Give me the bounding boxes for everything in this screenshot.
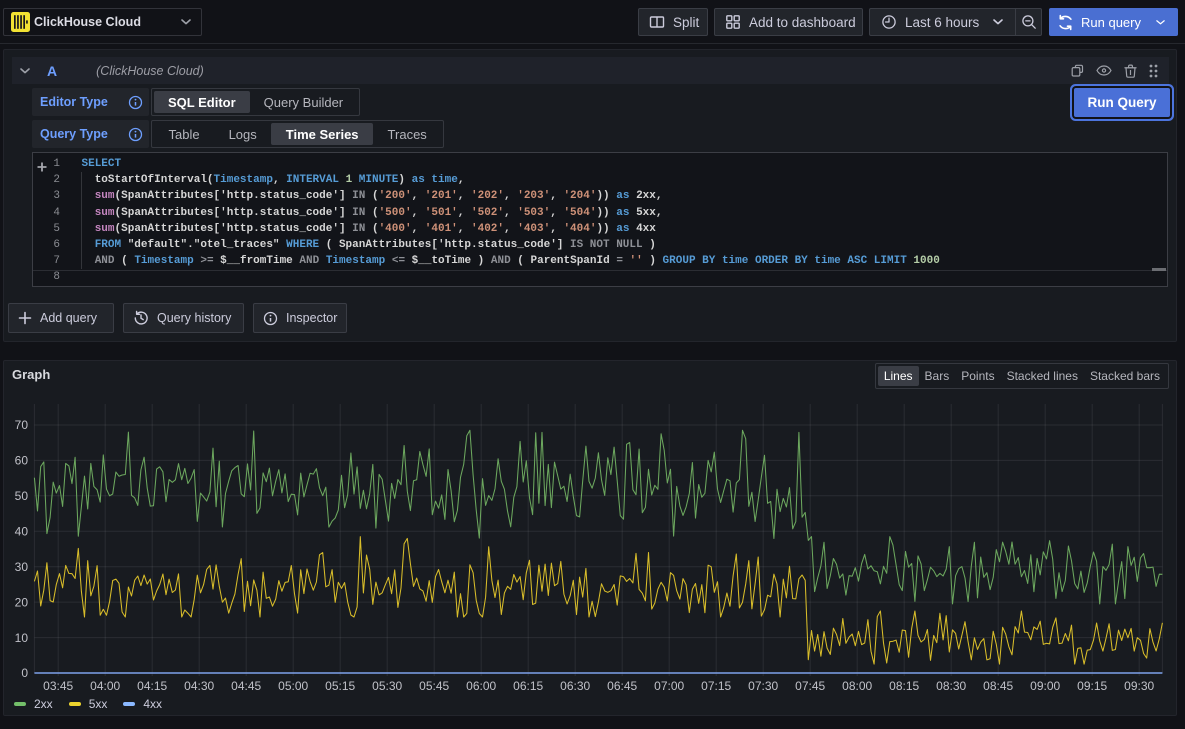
svg-text:07:00: 07:00 [654,679,684,693]
svg-text:09:30: 09:30 [1124,679,1154,693]
svg-text:50: 50 [15,489,29,503]
svg-text:08:00: 08:00 [842,679,872,693]
svg-text:10: 10 [15,631,29,645]
svg-text:20: 20 [15,595,29,609]
svg-text:04:45: 04:45 [231,679,261,693]
svg-text:06:15: 06:15 [513,679,543,693]
svg-text:05:45: 05:45 [419,679,449,693]
svg-text:07:30: 07:30 [748,679,778,693]
svg-text:60: 60 [15,454,29,468]
svg-text:70: 70 [15,418,29,432]
svg-text:06:00: 06:00 [466,679,496,693]
svg-text:09:00: 09:00 [1030,679,1060,693]
svg-text:08:45: 08:45 [983,679,1013,693]
svg-text:08:15: 08:15 [889,679,919,693]
svg-text:06:45: 06:45 [607,679,637,693]
svg-text:05:00: 05:00 [278,679,308,693]
svg-text:30: 30 [15,560,29,574]
svg-text:07:45: 07:45 [795,679,825,693]
svg-text:04:30: 04:30 [184,679,214,693]
svg-text:0: 0 [21,666,28,680]
svg-text:04:15: 04:15 [137,679,167,693]
svg-text:03:45: 03:45 [43,679,73,693]
svg-text:05:30: 05:30 [372,679,402,693]
svg-text:07:15: 07:15 [701,679,731,693]
svg-text:08:30: 08:30 [936,679,966,693]
svg-text:06:30: 06:30 [560,679,590,693]
svg-text:04:00: 04:00 [90,679,120,693]
svg-text:40: 40 [15,525,29,539]
svg-text:05:15: 05:15 [325,679,355,693]
svg-text:09:15: 09:15 [1077,679,1107,693]
